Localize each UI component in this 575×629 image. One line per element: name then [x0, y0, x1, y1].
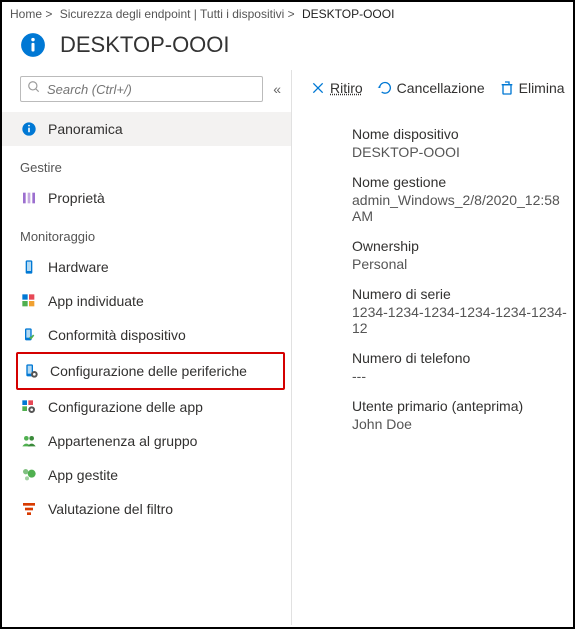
field-label: Ownership [352, 238, 573, 254]
field-ownership: Ownership Personal [352, 238, 573, 272]
filter-icon [20, 500, 38, 518]
main-panel: Ritiro Cancellazione Elimina Nome dispos… [292, 70, 573, 625]
highlighted-item: Configurazione delle periferiche [16, 352, 285, 390]
info-icon [20, 120, 38, 138]
field-primary-user: Utente primario (anteprima) John Doe [352, 398, 573, 432]
page-title: DESKTOP-OOOI [60, 32, 230, 58]
nav-properties[interactable]: Proprietà [2, 181, 291, 215]
group-icon [20, 432, 38, 450]
field-phone: Numero di telefono --- [352, 350, 573, 384]
search-input[interactable] [47, 82, 256, 97]
device-icon [20, 258, 38, 276]
field-value: 1234-1234-1234-1234-1234-1234-12 [352, 304, 573, 336]
action-label: Elimina [519, 80, 565, 96]
breadcrumb-home[interactable]: Home > [10, 7, 52, 21]
properties-icon [20, 189, 38, 207]
apps-gear-icon [20, 398, 38, 416]
action-label: Cancellazione [397, 80, 485, 96]
info-icon [20, 32, 46, 58]
nav-overview[interactable]: Panoramica [2, 112, 291, 146]
nav-hardware[interactable]: Hardware [2, 250, 291, 284]
field-mgmt-name: Nome gestione admin_Windows_2/8/2020_12:… [352, 174, 573, 224]
field-value: DESKTOP-OOOI [352, 144, 573, 160]
field-label: Nome dispositivo [352, 126, 573, 142]
nav-label: Hardware [48, 259, 109, 275]
field-label: Nome gestione [352, 174, 573, 190]
field-value: admin_Windows_2/8/2020_12:58 AM [352, 192, 573, 224]
nav-device-config[interactable]: Configurazione delle periferiche [18, 354, 283, 388]
breadcrumb: Home > Sicurezza degli endpoint | Tutti … [2, 2, 573, 24]
nav-app-config[interactable]: Configurazione delle app [2, 390, 291, 424]
nav-label: Appartenenza al gruppo [48, 433, 197, 449]
nav-label: Configurazione delle periferiche [50, 363, 247, 379]
section-monitor: Monitoraggio [2, 215, 291, 250]
device-check-icon [20, 326, 38, 344]
nav-label: App individuate [48, 293, 144, 309]
nav-label: App gestite [48, 467, 118, 483]
page-header: DESKTOP-OOOI [2, 24, 573, 70]
field-label: Numero di telefono [352, 350, 573, 366]
section-manage: Gestire [2, 146, 291, 181]
field-value: Personal [352, 256, 573, 272]
field-serial: Numero di serie 1234-1234-1234-1234-1234… [352, 286, 573, 336]
field-value: --- [352, 368, 573, 384]
nav-managed-apps[interactable]: App gestite [2, 458, 291, 492]
action-label: Ritiro [330, 80, 363, 96]
device-gear-icon [22, 362, 40, 380]
nav-label: Configurazione delle app [48, 399, 203, 415]
search-input-container[interactable] [20, 76, 263, 102]
breadcrumb-middle[interactable]: Sicurezza degli endpoint | Tutti i dispo… [60, 7, 295, 21]
details-panel: Nome dispositivo DESKTOP-OOOI Nome gesti… [292, 106, 573, 432]
field-value: John Doe [352, 416, 573, 432]
search-icon [27, 80, 41, 99]
apps-icon [20, 292, 38, 310]
field-device-name: Nome dispositivo DESKTOP-OOOI [352, 126, 573, 160]
breadcrumb-current: DESKTOP-OOOI [302, 7, 394, 21]
nav-group-membership[interactable]: Appartenenza al gruppo [2, 424, 291, 458]
wipe-action[interactable]: Cancellazione [377, 80, 485, 96]
nav-label: Panoramica [48, 121, 123, 137]
nav-label: Proprietà [48, 190, 105, 206]
nav-compliance[interactable]: Conformità dispositivo [2, 318, 291, 352]
collapse-sidebar-icon[interactable]: « [273, 81, 281, 97]
field-label: Numero di serie [352, 286, 573, 302]
sidebar: « Panoramica Gestire Proprietà Monitorag… [2, 70, 292, 625]
retire-action[interactable]: Ritiro [310, 80, 363, 96]
delete-action[interactable]: Elimina [499, 80, 565, 96]
field-label: Utente primario (anteprima) [352, 398, 573, 414]
nav-label: Conformità dispositivo [48, 327, 186, 343]
nav-discovered-apps[interactable]: App individuate [2, 284, 291, 318]
nav-label: Valutazione del filtro [48, 501, 173, 517]
nav-filter-eval[interactable]: Valutazione del filtro [2, 492, 291, 526]
action-bar: Ritiro Cancellazione Elimina [292, 76, 573, 106]
managed-apps-icon [20, 466, 38, 484]
